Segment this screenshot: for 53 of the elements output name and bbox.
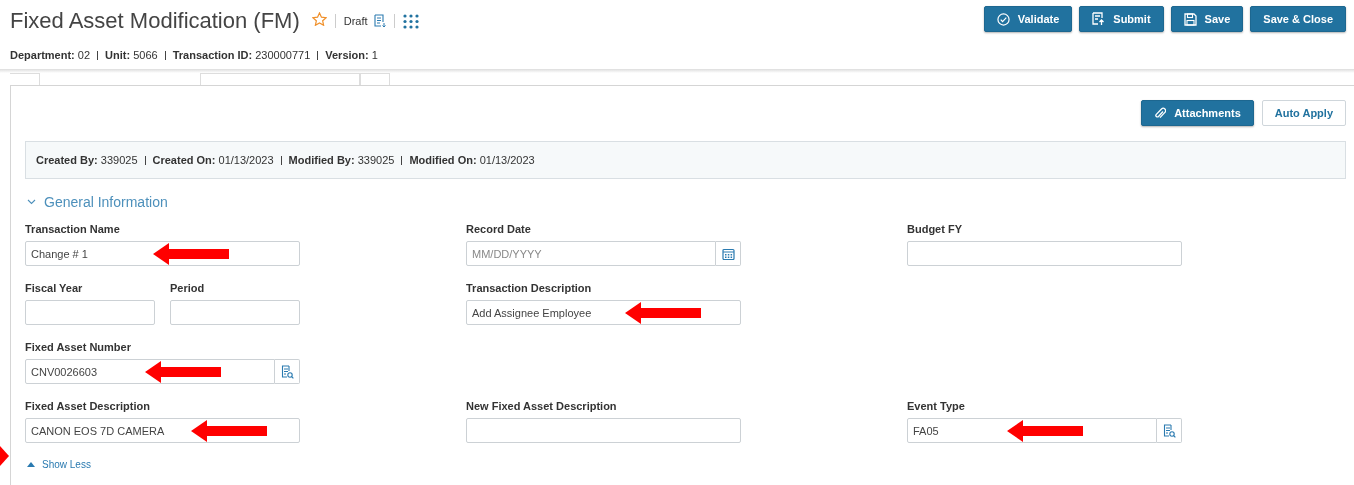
field-label: Period <box>170 282 206 295</box>
date-field[interactable]: MM/DD/YYYY <box>466 241 716 266</box>
chevron-icon <box>27 199 36 205</box>
validate-button[interactable]: Validate <box>983 6 1073 32</box>
field-label: Fiscal Year <box>25 282 84 295</box>
field-label: Transaction Name <box>25 223 121 236</box>
field-label: New Fixed Asset Description <box>466 400 618 413</box>
lookup-button[interactable] <box>275 359 300 384</box>
audit-item: Created On: 01/13/2023 <box>152 154 274 166</box>
document-search-icon <box>280 364 294 379</box>
calendar-button[interactable] <box>716 241 741 266</box>
field-label: Fixed Asset Description <box>25 400 151 413</box>
paperclip-icon <box>1154 106 1167 120</box>
input-field[interactable] <box>25 300 155 325</box>
input-field[interactable]: FA05 <box>907 418 1157 443</box>
input-field[interactable] <box>170 300 300 325</box>
document-upload-icon <box>1092 12 1106 26</box>
page-title: Fixed Asset Modification (FM) <box>10 8 300 34</box>
audit-item: Modified By: 339025 <box>288 154 395 166</box>
caret-icon <box>27 462 35 467</box>
meta-item: Version: 1 <box>325 49 378 61</box>
input-field[interactable]: Add Assignee Employee <box>466 300 741 325</box>
input-field[interactable]: Change # 1 <box>25 241 300 266</box>
calendar-icon <box>721 247 735 260</box>
document-search-icon <box>1162 423 1176 438</box>
auto-apply-button[interactable]: Auto Apply <box>1261 100 1346 126</box>
lookup-button[interactable] <box>1157 418 1182 443</box>
save-button[interactable]: Save <box>1170 6 1244 32</box>
field-label: Event Type <box>907 400 966 413</box>
section-header[interactable]: General Information <box>27 194 1346 210</box>
attachments-button[interactable]: Attachments <box>1141 100 1254 126</box>
input-field[interactable]: CANON EOS 7D CAMERA <box>25 418 300 443</box>
apps-grid-icon[interactable] <box>402 13 419 29</box>
submit-button[interactable]: Submit <box>1079 6 1164 32</box>
field-label: Fixed Asset Number <box>25 341 132 354</box>
input-field[interactable] <box>466 418 741 443</box>
field-label: Budget FY <box>907 223 963 236</box>
show-less-link[interactable]: Show Less <box>27 459 91 470</box>
audit-item: Modified On: 01/13/2023 <box>409 154 535 166</box>
check-circle-icon <box>996 12 1010 26</box>
star-icon[interactable] <box>311 12 327 26</box>
document-icon[interactable] <box>373 14 386 28</box>
input-field[interactable]: CNV0026603 <box>25 359 275 384</box>
meta-item: Transaction ID: 230000771 <box>172 49 311 61</box>
field-label: Transaction Description <box>466 282 593 295</box>
meta-item: Unit: 5066 <box>105 49 158 61</box>
meta-item: Department: 02 <box>10 49 91 61</box>
save-close-button[interactable]: Save & Close <box>1250 6 1346 32</box>
audit-item: Created By: 339025 <box>36 154 138 166</box>
save-icon <box>1183 12 1197 26</box>
input-field[interactable] <box>907 241 1182 266</box>
field-label: Record Date <box>466 223 532 236</box>
status-label: Draft <box>343 15 368 27</box>
